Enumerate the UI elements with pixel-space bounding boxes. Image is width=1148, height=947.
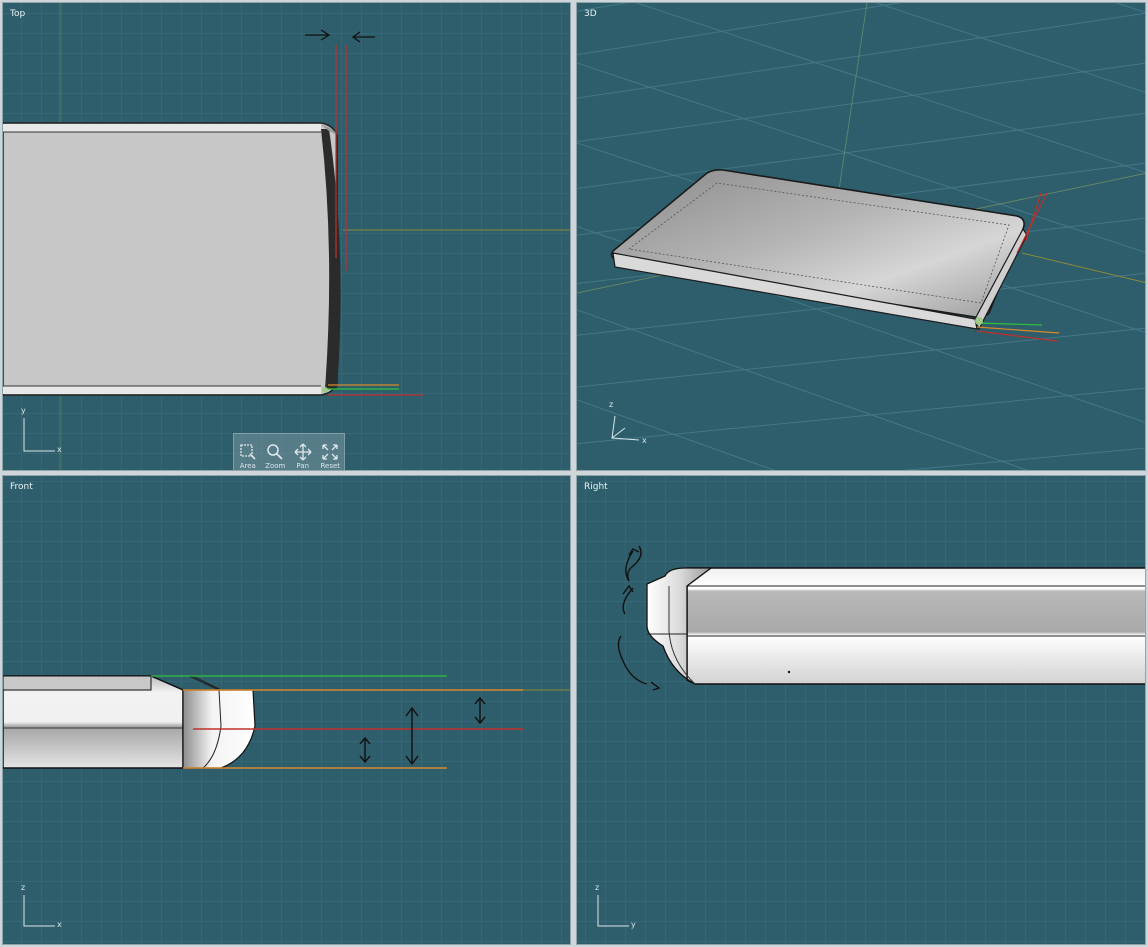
nav-zoom-label: Zoom [265,462,286,470]
reset-expand-icon [322,444,338,460]
axis-lines-icon [611,415,640,441]
viewport-title-top: Top [10,9,26,19]
viewport-title-right: Right [584,482,608,492]
pan-arrows-icon [294,443,312,461]
axis-gizmo-front: z x [19,880,69,932]
nav-reset-button[interactable]: Reset [317,434,345,470]
viewport-title-front: Front [10,482,33,492]
viewport-title-3d: 3D [584,9,597,19]
magnifier-icon [267,444,283,460]
model-top-view [3,29,423,396]
axis-label-horizontal: x [642,436,647,445]
nav-pan-button[interactable]: Pan [289,434,317,470]
viewport-top[interactable]: Top y x Area Zoom Pan Reset [2,2,571,471]
area-zoom-icon [240,444,256,460]
viewport-front[interactable]: Front z x [2,475,571,945]
model-front-view [3,675,523,769]
axis-gizmo-right: z y [593,880,643,932]
nav-area-label: Area [239,462,256,470]
axis-label-horizontal: x [57,445,62,454]
nav-area-button[interactable]: Area [234,434,262,470]
nav-reset-label: Reset [320,462,341,470]
axis-label-vertical: z [21,883,26,892]
nav-zoom-button[interactable]: Zoom [262,434,290,470]
axis-label-vertical: y [21,406,26,415]
axis-gizmo-top: y x [19,403,69,455]
viewport-right[interactable]: Right z y [576,475,1146,945]
axis-label-horizontal: x [57,920,62,929]
nav-pan-label: Pan [296,462,310,470]
viewport-navigation-pad: Area Zoom Pan Reset [233,433,345,470]
model-right-view [617,545,1145,691]
axis-gizmo-3d: z x [607,398,657,450]
axis-label-vertical: z [609,400,614,409]
axis-label-vertical: z [595,883,600,892]
model-3d-view [610,169,1060,342]
axis-label-horizontal: y [631,920,636,929]
viewport-3d[interactable]: 3D z x [576,2,1146,471]
